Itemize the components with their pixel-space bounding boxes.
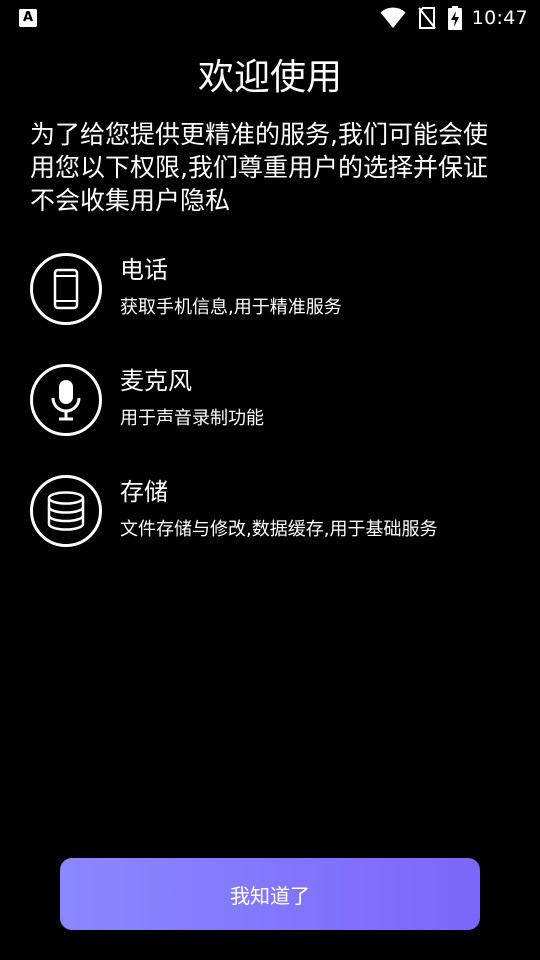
got-it-button-label: 我知道了 [230, 883, 310, 908]
microphone-icon [30, 364, 102, 436]
wifi-icon [380, 7, 406, 28]
status-icons: 10:47 [368, 5, 528, 31]
app-notification-icon: A [19, 9, 37, 27]
permission-name: 麦克风 [120, 367, 192, 395]
got-it-button[interactable]: 我知道了 [60, 858, 480, 930]
permission-description: 获取手机信息,用于精准服务 [120, 297, 342, 318]
battery-charging-icon [447, 6, 462, 30]
permission-item-phone: 电话 获取手机信息,用于精准服务 [30, 253, 510, 327]
permission-item-storage: 存储 文件存储与修改,数据缓存,用于基础服务 [30, 475, 510, 549]
permission-item-microphone: 麦克风 用于声音录制功能 [30, 364, 510, 438]
permission-intro-text: 为了给您提供更精准的服务,我们可能会使用您以下权限,我们尊重用户的选择并保证不会… [30, 120, 488, 215]
storage-icon [30, 475, 102, 547]
page-title: 欢迎使用 [197, 57, 342, 98]
status-bar: A 10:47 [0, 0, 540, 36]
permission-name: 电话 [120, 256, 168, 284]
phone-icon [30, 253, 102, 325]
permission-name: 存储 [120, 478, 168, 506]
clock-time: 10:47 [471, 7, 528, 29]
permission-description: 文件存储与修改,数据缓存,用于基础服务 [120, 519, 438, 540]
no-sim-icon [417, 7, 436, 29]
permission-description: 用于声音录制功能 [120, 408, 264, 429]
